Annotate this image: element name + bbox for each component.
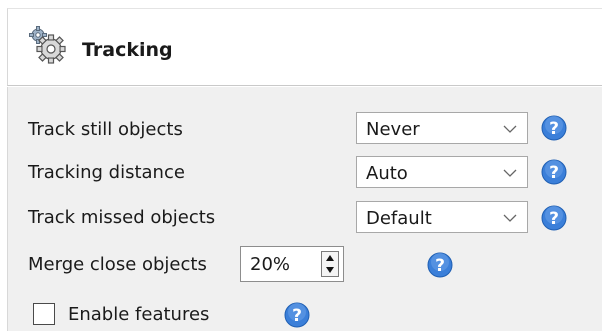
help-icon[interactable]: ? xyxy=(427,252,453,278)
panel-title: Tracking xyxy=(82,39,173,61)
enable-features-label: Enable features xyxy=(68,304,210,325)
help-icon[interactable]: ? xyxy=(284,302,310,328)
gears-icon xyxy=(29,26,66,64)
help-icon[interactable]: ? xyxy=(541,205,567,231)
track-still-objects-label: Track still objects xyxy=(28,119,183,140)
track-missed-objects-label: Track missed objects xyxy=(28,207,216,228)
track-still-objects-select[interactable]: Never xyxy=(356,112,528,144)
chevron-down-icon xyxy=(503,169,517,177)
help-icon[interactable]: ? xyxy=(541,159,567,185)
enable-features-checkbox[interactable] xyxy=(33,303,55,325)
svg-text:?: ? xyxy=(435,256,445,276)
chevron-down-icon xyxy=(503,214,517,222)
select-value: Never xyxy=(366,119,420,140)
spinbox-buttons xyxy=(321,251,339,277)
svg-text:?: ? xyxy=(549,209,559,229)
select-value: Default xyxy=(366,208,432,229)
select-value: Auto xyxy=(366,163,408,184)
panel-header: Tracking xyxy=(7,8,602,86)
svg-text:?: ? xyxy=(549,119,559,139)
svg-text:?: ? xyxy=(292,306,302,326)
spin-down-arrow-icon[interactable] xyxy=(322,264,338,276)
tracking-distance-label: Tracking distance xyxy=(28,162,185,183)
spinbox-value: 20% xyxy=(250,254,291,275)
merge-close-objects-label: Merge close objects xyxy=(28,254,207,275)
chevron-down-icon xyxy=(503,125,517,133)
svg-text:?: ? xyxy=(549,163,559,183)
help-icon[interactable]: ? xyxy=(541,115,567,141)
track-missed-objects-select[interactable]: Default xyxy=(356,201,528,233)
spin-up-arrow-icon[interactable] xyxy=(322,252,338,264)
tracking-distance-select[interactable]: Auto xyxy=(356,156,528,188)
merge-close-objects-spinbox[interactable]: 20% xyxy=(240,246,344,282)
